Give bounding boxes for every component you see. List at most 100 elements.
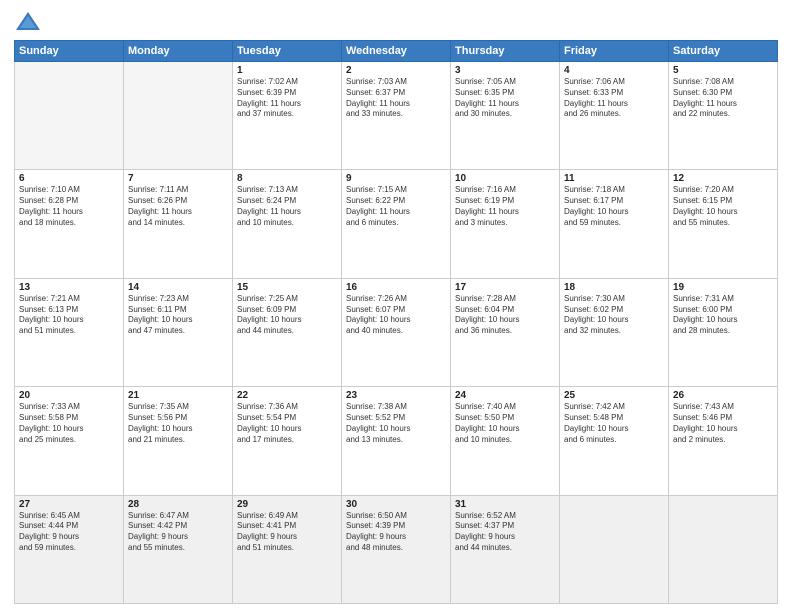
- calendar-cell: 18Sunrise: 7:30 AM Sunset: 6:02 PM Dayli…: [560, 278, 669, 386]
- calendar-cell: 14Sunrise: 7:23 AM Sunset: 6:11 PM Dayli…: [124, 278, 233, 386]
- day-number: 9: [346, 173, 446, 184]
- day-number: 7: [128, 173, 228, 184]
- calendar-cell: 20Sunrise: 7:33 AM Sunset: 5:58 PM Dayli…: [15, 387, 124, 495]
- calendar-cell: 30Sunrise: 6:50 AM Sunset: 4:39 PM Dayli…: [342, 495, 451, 603]
- calendar-week-row: 13Sunrise: 7:21 AM Sunset: 6:13 PM Dayli…: [15, 278, 778, 386]
- day-number: 15: [237, 282, 337, 293]
- day-number: 28: [128, 499, 228, 510]
- day-number: 14: [128, 282, 228, 293]
- day-header-sunday: Sunday: [15, 41, 124, 62]
- day-number: 18: [564, 282, 664, 293]
- calendar-week-row: 6Sunrise: 7:10 AM Sunset: 6:28 PM Daylig…: [15, 170, 778, 278]
- day-number: 30: [346, 499, 446, 510]
- day-number: 11: [564, 173, 664, 184]
- calendar-cell: 8Sunrise: 7:13 AM Sunset: 6:24 PM Daylig…: [233, 170, 342, 278]
- day-info: Sunrise: 7:25 AM Sunset: 6:09 PM Dayligh…: [237, 294, 337, 337]
- day-info: Sunrise: 7:26 AM Sunset: 6:07 PM Dayligh…: [346, 294, 446, 337]
- page: SundayMondayTuesdayWednesdayThursdayFrid…: [0, 0, 792, 612]
- day-number: 23: [346, 390, 446, 401]
- calendar-cell: 15Sunrise: 7:25 AM Sunset: 6:09 PM Dayli…: [233, 278, 342, 386]
- calendar-week-row: 20Sunrise: 7:33 AM Sunset: 5:58 PM Dayli…: [15, 387, 778, 495]
- day-info: Sunrise: 7:43 AM Sunset: 5:46 PM Dayligh…: [673, 402, 773, 445]
- calendar-cell: 9Sunrise: 7:15 AM Sunset: 6:22 PM Daylig…: [342, 170, 451, 278]
- day-header-friday: Friday: [560, 41, 669, 62]
- day-header-thursday: Thursday: [451, 41, 560, 62]
- calendar-cell: 1Sunrise: 7:02 AM Sunset: 6:39 PM Daylig…: [233, 62, 342, 170]
- day-info: Sunrise: 7:21 AM Sunset: 6:13 PM Dayligh…: [19, 294, 119, 337]
- calendar-cell: 26Sunrise: 7:43 AM Sunset: 5:46 PM Dayli…: [669, 387, 778, 495]
- calendar-cell: 24Sunrise: 7:40 AM Sunset: 5:50 PM Dayli…: [451, 387, 560, 495]
- logo-icon: [14, 10, 42, 34]
- day-number: 19: [673, 282, 773, 293]
- calendar-cell: 19Sunrise: 7:31 AM Sunset: 6:00 PM Dayli…: [669, 278, 778, 386]
- day-info: Sunrise: 7:05 AM Sunset: 6:35 PM Dayligh…: [455, 77, 555, 120]
- day-info: Sunrise: 7:30 AM Sunset: 6:02 PM Dayligh…: [564, 294, 664, 337]
- day-number: 26: [673, 390, 773, 401]
- day-number: 2: [346, 65, 446, 76]
- calendar-cell: 29Sunrise: 6:49 AM Sunset: 4:41 PM Dayli…: [233, 495, 342, 603]
- day-info: Sunrise: 7:10 AM Sunset: 6:28 PM Dayligh…: [19, 185, 119, 228]
- day-info: Sunrise: 7:08 AM Sunset: 6:30 PM Dayligh…: [673, 77, 773, 120]
- calendar-cell: 5Sunrise: 7:08 AM Sunset: 6:30 PM Daylig…: [669, 62, 778, 170]
- calendar-cell: 13Sunrise: 7:21 AM Sunset: 6:13 PM Dayli…: [15, 278, 124, 386]
- day-info: Sunrise: 7:20 AM Sunset: 6:15 PM Dayligh…: [673, 185, 773, 228]
- day-info: Sunrise: 7:03 AM Sunset: 6:37 PM Dayligh…: [346, 77, 446, 120]
- day-info: Sunrise: 7:13 AM Sunset: 6:24 PM Dayligh…: [237, 185, 337, 228]
- day-info: Sunrise: 7:06 AM Sunset: 6:33 PM Dayligh…: [564, 77, 664, 120]
- calendar-cell: 28Sunrise: 6:47 AM Sunset: 4:42 PM Dayli…: [124, 495, 233, 603]
- day-number: 5: [673, 65, 773, 76]
- calendar-cell: 6Sunrise: 7:10 AM Sunset: 6:28 PM Daylig…: [15, 170, 124, 278]
- day-info: Sunrise: 6:47 AM Sunset: 4:42 PM Dayligh…: [128, 511, 228, 554]
- calendar-cell: 25Sunrise: 7:42 AM Sunset: 5:48 PM Dayli…: [560, 387, 669, 495]
- day-header-monday: Monday: [124, 41, 233, 62]
- day-number: 12: [673, 173, 773, 184]
- calendar-cell: [669, 495, 778, 603]
- calendar-cell: [560, 495, 669, 603]
- day-header-wednesday: Wednesday: [342, 41, 451, 62]
- day-info: Sunrise: 7:31 AM Sunset: 6:00 PM Dayligh…: [673, 294, 773, 337]
- day-number: 31: [455, 499, 555, 510]
- day-info: Sunrise: 7:02 AM Sunset: 6:39 PM Dayligh…: [237, 77, 337, 120]
- day-number: 3: [455, 65, 555, 76]
- calendar-week-row: 1Sunrise: 7:02 AM Sunset: 6:39 PM Daylig…: [15, 62, 778, 170]
- calendar-cell: 23Sunrise: 7:38 AM Sunset: 5:52 PM Dayli…: [342, 387, 451, 495]
- day-info: Sunrise: 7:11 AM Sunset: 6:26 PM Dayligh…: [128, 185, 228, 228]
- day-info: Sunrise: 6:52 AM Sunset: 4:37 PM Dayligh…: [455, 511, 555, 554]
- calendar-cell: 10Sunrise: 7:16 AM Sunset: 6:19 PM Dayli…: [451, 170, 560, 278]
- day-info: Sunrise: 7:42 AM Sunset: 5:48 PM Dayligh…: [564, 402, 664, 445]
- day-info: Sunrise: 7:18 AM Sunset: 6:17 PM Dayligh…: [564, 185, 664, 228]
- day-number: 8: [237, 173, 337, 184]
- day-info: Sunrise: 7:38 AM Sunset: 5:52 PM Dayligh…: [346, 402, 446, 445]
- day-number: 1: [237, 65, 337, 76]
- calendar-cell: 16Sunrise: 7:26 AM Sunset: 6:07 PM Dayli…: [342, 278, 451, 386]
- calendar-cell: 21Sunrise: 7:35 AM Sunset: 5:56 PM Dayli…: [124, 387, 233, 495]
- calendar-header-row: SundayMondayTuesdayWednesdayThursdayFrid…: [15, 41, 778, 62]
- calendar-cell: 27Sunrise: 6:45 AM Sunset: 4:44 PM Dayli…: [15, 495, 124, 603]
- day-number: 4: [564, 65, 664, 76]
- day-number: 20: [19, 390, 119, 401]
- calendar-cell: [15, 62, 124, 170]
- day-header-tuesday: Tuesday: [233, 41, 342, 62]
- day-info: Sunrise: 7:28 AM Sunset: 6:04 PM Dayligh…: [455, 294, 555, 337]
- calendar-cell: 4Sunrise: 7:06 AM Sunset: 6:33 PM Daylig…: [560, 62, 669, 170]
- calendar-cell: 2Sunrise: 7:03 AM Sunset: 6:37 PM Daylig…: [342, 62, 451, 170]
- day-info: Sunrise: 7:16 AM Sunset: 6:19 PM Dayligh…: [455, 185, 555, 228]
- calendar-cell: 3Sunrise: 7:05 AM Sunset: 6:35 PM Daylig…: [451, 62, 560, 170]
- header: [14, 10, 778, 34]
- calendar-table: SundayMondayTuesdayWednesdayThursdayFrid…: [14, 40, 778, 604]
- day-info: Sunrise: 7:36 AM Sunset: 5:54 PM Dayligh…: [237, 402, 337, 445]
- day-info: Sunrise: 7:40 AM Sunset: 5:50 PM Dayligh…: [455, 402, 555, 445]
- logo: [14, 10, 44, 34]
- day-number: 25: [564, 390, 664, 401]
- day-number: 10: [455, 173, 555, 184]
- day-number: 13: [19, 282, 119, 293]
- day-info: Sunrise: 7:33 AM Sunset: 5:58 PM Dayligh…: [19, 402, 119, 445]
- day-number: 16: [346, 282, 446, 293]
- day-number: 22: [237, 390, 337, 401]
- day-number: 29: [237, 499, 337, 510]
- calendar-cell: 17Sunrise: 7:28 AM Sunset: 6:04 PM Dayli…: [451, 278, 560, 386]
- day-info: Sunrise: 6:49 AM Sunset: 4:41 PM Dayligh…: [237, 511, 337, 554]
- calendar-cell: 11Sunrise: 7:18 AM Sunset: 6:17 PM Dayli…: [560, 170, 669, 278]
- calendar-cell: 12Sunrise: 7:20 AM Sunset: 6:15 PM Dayli…: [669, 170, 778, 278]
- calendar-cell: 31Sunrise: 6:52 AM Sunset: 4:37 PM Dayli…: [451, 495, 560, 603]
